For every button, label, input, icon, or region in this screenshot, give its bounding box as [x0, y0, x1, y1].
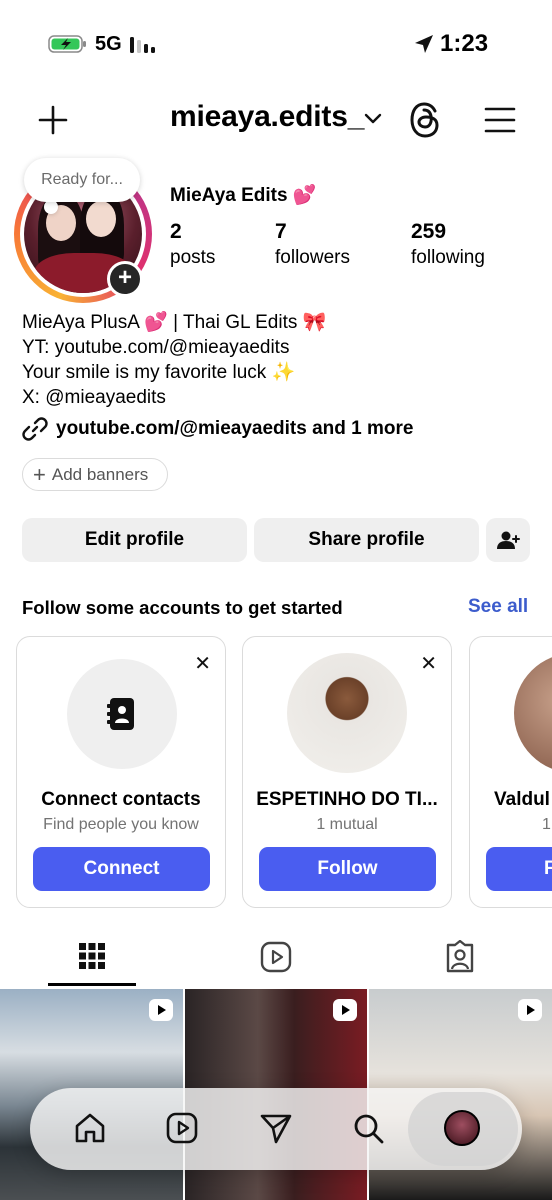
discover-people-button[interactable] [486, 518, 530, 562]
following-label: following [411, 247, 485, 268]
reels-icon[interactable] [162, 1108, 202, 1148]
bio-link[interactable]: youtube.com/@mieayaedits and 1 more [22, 416, 413, 442]
edit-profile-button[interactable]: Edit profile [22, 518, 247, 562]
menu-icon[interactable] [484, 106, 516, 134]
contacts-avatar [67, 659, 177, 769]
posts-label: posts [170, 247, 216, 268]
reel-badge-icon [518, 999, 542, 1021]
battery-icon [48, 35, 86, 53]
bottom-nav-bar [30, 1088, 522, 1170]
threads-icon[interactable] [408, 101, 444, 139]
add-story-button[interactable]: + [107, 261, 143, 297]
status-bar: 5G 1:23 [0, 0, 552, 90]
username[interactable]: mieaya.edits_ [170, 100, 364, 134]
user-avatar[interactable] [287, 653, 407, 773]
send-icon[interactable] [256, 1108, 296, 1148]
active-tab-indicator [48, 983, 136, 986]
card-subtitle: 1 mutual [316, 816, 378, 833]
bio-line: X: @mieayaedits [22, 387, 166, 408]
plus-icon[interactable] [37, 104, 69, 136]
grid-icon[interactable] [79, 943, 105, 969]
tagged-icon[interactable] [444, 940, 476, 974]
user-avatar[interactable] [514, 653, 552, 773]
card-subtitle: 1 [542, 816, 551, 833]
close-icon[interactable]: ✕ [194, 651, 211, 676]
chevron-down-icon[interactable] [364, 112, 382, 126]
reels-icon[interactable] [260, 941, 292, 973]
bio-link-text[interactable]: youtube.com/@mieayaedits and 1 more [56, 418, 413, 440]
reel-badge-icon [149, 999, 173, 1021]
suggestion-card: ✕ ESPETINHO DO TI... 1 mutual Follow [242, 636, 452, 908]
suggestions-title: Follow some accounts to get started [22, 597, 343, 618]
card-name: Valdul [494, 789, 550, 810]
signal-icon [130, 37, 155, 53]
card-name: Connect contacts [41, 789, 201, 810]
suggestion-card: ✕ Connect contacts Find people you know … [16, 636, 226, 908]
close-icon[interactable]: ✕ [420, 651, 437, 676]
reel-badge-icon [333, 999, 357, 1021]
following-stat[interactable]: 259 following [411, 220, 485, 269]
posts-count: 2 [170, 220, 182, 243]
clock: 1:23 [440, 30, 489, 57]
location-arrow-icon [415, 35, 433, 53]
card-name: ESPETINHO DO TI... [256, 789, 438, 810]
profile-nav-avatar [444, 1110, 480, 1146]
share-profile-label: Share profile [308, 529, 425, 550]
suggestion-card: Valdul 1 F [469, 636, 552, 908]
followers-stat[interactable]: 7 followers [275, 220, 350, 269]
bio-line: MieAya PlusA 💕 | Thai GL Edits 🎀 [22, 312, 327, 333]
note-bubble-tail [44, 200, 58, 214]
contacts-book-icon [107, 698, 134, 730]
connect-button[interactable]: Connect [33, 847, 210, 891]
add-banners-label: Add banners [51, 464, 149, 484]
link-icon [22, 417, 48, 441]
bio-line: Your smile is my favorite luck ✨ [22, 362, 296, 383]
follow-button[interactable]: F [486, 847, 552, 891]
add-banners-button[interactable]: + Add banners [22, 458, 168, 491]
edit-profile-label: Edit profile [84, 529, 185, 550]
share-profile-button[interactable]: Share profile [254, 518, 479, 562]
followers-label: followers [275, 247, 350, 268]
follow-button[interactable]: Follow [259, 847, 436, 891]
following-count: 259 [411, 220, 447, 243]
search-icon[interactable] [348, 1108, 388, 1148]
profile-tab[interactable] [442, 1108, 482, 1148]
plus-icon: + [33, 461, 46, 487]
card-subtitle: Find people you know [43, 816, 199, 833]
posts-stat[interactable]: 2 posts [170, 220, 215, 269]
display-name: MieAya Edits 💕 [170, 185, 317, 206]
network-label: 5G [95, 33, 122, 55]
followers-count: 7 [275, 220, 287, 243]
see-all-link[interactable]: See all [468, 596, 528, 618]
home-icon[interactable] [70, 1108, 110, 1148]
bio-line: YT: youtube.com/@mieayaedits [22, 337, 290, 358]
add-person-icon [497, 531, 520, 549]
note-bubble[interactable]: Ready for... [24, 158, 140, 202]
